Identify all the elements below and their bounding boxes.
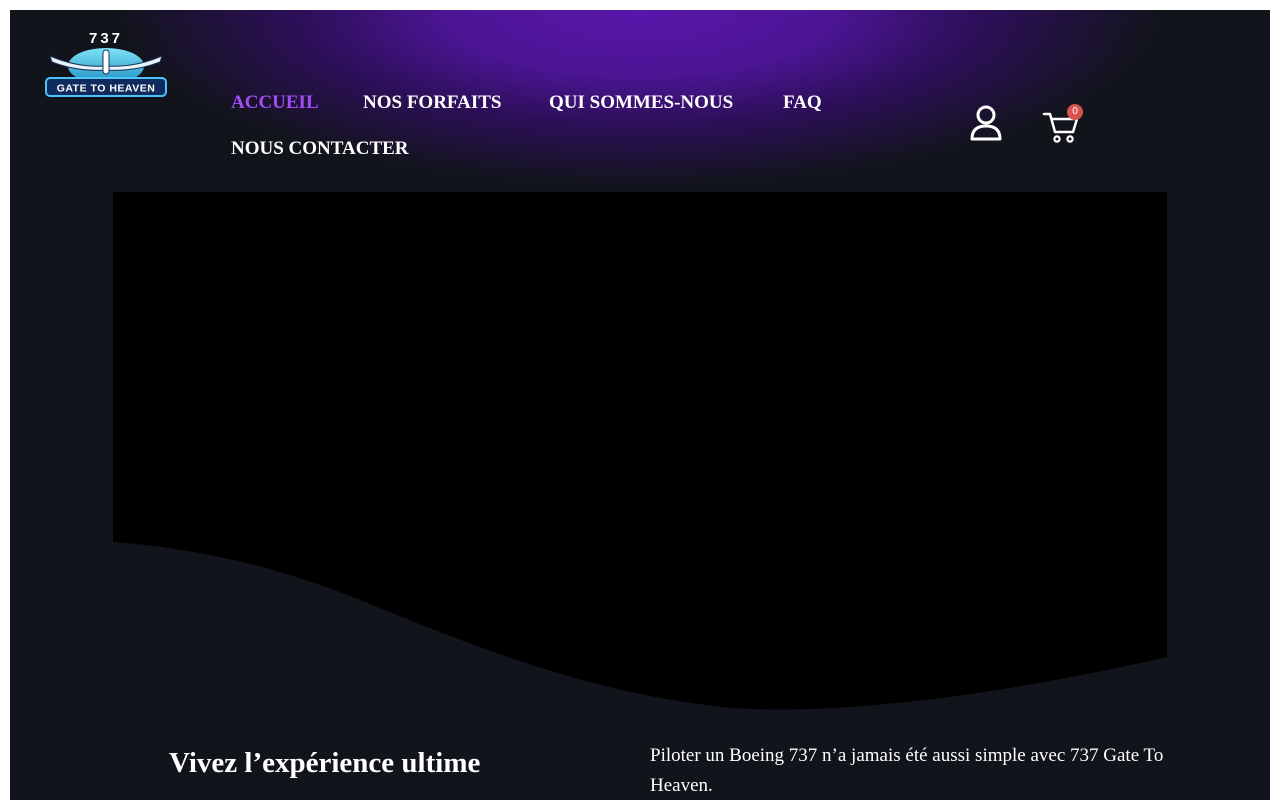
hero-description: Piloter un Boeing 737 n’a jamais été aus… (650, 745, 1164, 796)
logo-fuselage-shape (102, 49, 110, 75)
hero-media (113, 192, 1167, 710)
logo-text: GATE TO HEAVEN (57, 83, 156, 95)
user-icon[interactable] (968, 104, 1004, 142)
nav-item-nos-forfaits[interactable]: NOS FORFAITS (363, 86, 501, 120)
hero-title: Vivez l’expérience ultime (169, 747, 481, 779)
logo-number: 737 (89, 30, 123, 47)
nav-item-qui-sommes-nous[interactable]: QUI SOMMES-NOUS (549, 86, 733, 120)
nav-item-faq[interactable]: FAQ (783, 86, 822, 120)
site-logo[interactable]: 737 GATE TO HEAVEN (44, 28, 168, 102)
nav-item-accueil[interactable]: ACCUEIL (231, 86, 319, 120)
site-header: 737 GATE TO HEAVEN ACCUEIL NOS FORFAITS … (10, 10, 1270, 192)
page-frame: 737 GATE TO HEAVEN ACCUEIL NOS FORFAITS … (10, 10, 1270, 800)
cart-count-badge: 0 (1067, 104, 1083, 120)
nav-item-nous-contacter[interactable]: NOUS CONTACTER (231, 132, 409, 166)
